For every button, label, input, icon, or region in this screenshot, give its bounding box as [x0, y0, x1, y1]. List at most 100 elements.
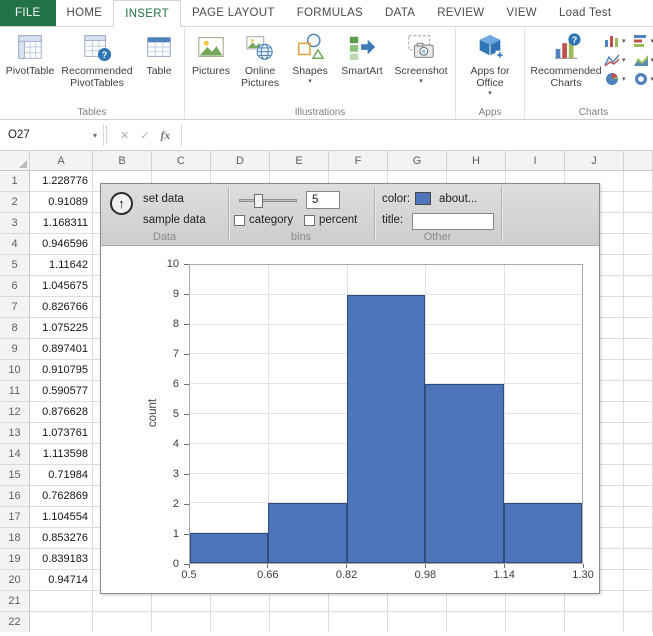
name-box[interactable]: O27 ▾ [0, 124, 104, 146]
cell[interactable] [270, 591, 329, 612]
cell-A10[interactable]: 0.910795 [30, 360, 93, 381]
select-all-corner[interactable] [0, 151, 30, 170]
bins-slider-thumb[interactable] [254, 194, 263, 208]
cell-A15[interactable]: 0.71984 [30, 465, 93, 486]
tab-data[interactable]: DATA [374, 0, 426, 26]
row-header-6[interactable]: 6 [0, 276, 30, 297]
tab-load-test[interactable]: Load Test [548, 0, 622, 26]
tab-view[interactable]: VIEW [495, 0, 548, 26]
percent-checkbox[interactable] [304, 215, 315, 226]
cell-A2[interactable]: 0.91089 [30, 192, 93, 213]
row-header-3[interactable]: 3 [0, 213, 30, 234]
apps-for-office-button[interactable]: Apps for Office ▾ [459, 29, 521, 100]
column-header-E[interactable]: E [270, 151, 329, 170]
cell[interactable] [270, 612, 329, 632]
column-header-G[interactable]: G [388, 151, 447, 170]
table-button[interactable]: Table [137, 29, 181, 79]
cell[interactable] [211, 612, 270, 632]
row-header-11[interactable]: 11 [0, 381, 30, 402]
row-header-7[interactable]: 7 [0, 297, 30, 318]
recommended-pivottables-button[interactable]: ? Recommended PivotTables [57, 29, 137, 91]
row-header-12[interactable]: 12 [0, 402, 30, 423]
pie-chart-icon[interactable] [604, 72, 620, 86]
row-header-17[interactable]: 17 [0, 507, 30, 528]
update-button[interactable]: ↑ [110, 192, 133, 215]
online-pictures-button[interactable]: Online Pictures [234, 29, 286, 91]
screenshot-button[interactable]: Screenshot ▾ [390, 29, 452, 88]
area-chart-icon[interactable] [633, 53, 649, 67]
set-data-button[interactable]: set data [143, 193, 184, 205]
cell-A12[interactable]: 0.876628 [30, 402, 93, 423]
cell[interactable] [329, 612, 388, 632]
cell[interactable] [211, 591, 270, 612]
cell-A6[interactable]: 1.045675 [30, 276, 93, 297]
row-header-21[interactable]: 21 [0, 591, 30, 612]
cell[interactable] [565, 591, 624, 612]
cell[interactable] [152, 612, 211, 632]
cell[interactable] [329, 591, 388, 612]
name-box-dropdown-icon[interactable]: ▾ [93, 131, 103, 140]
enter-icon[interactable]: ✓ [140, 129, 149, 142]
column-header-J[interactable]: J [565, 151, 624, 170]
cell-A7[interactable]: 0.826766 [30, 297, 93, 318]
cell[interactable] [93, 591, 152, 612]
pivottable-button[interactable]: PivotTable [3, 29, 57, 79]
cell-A9[interactable]: 0.897401 [30, 339, 93, 360]
cell[interactable] [152, 591, 211, 612]
shapes-button[interactable]: Shapes ▾ [286, 29, 334, 88]
row-header-15[interactable]: 15 [0, 465, 30, 486]
bins-count-input[interactable]: 5 [306, 191, 340, 209]
row-header-2[interactable]: 2 [0, 192, 30, 213]
row-header-5[interactable]: 5 [0, 255, 30, 276]
cell[interactable] [506, 591, 565, 612]
row-header-18[interactable]: 18 [0, 528, 30, 549]
cell-A3[interactable]: 1.168311 [30, 213, 93, 234]
column-chart-icon[interactable] [604, 34, 620, 48]
cell-A5[interactable]: 1.11642 [30, 255, 93, 276]
row-header-13[interactable]: 13 [0, 423, 30, 444]
column-header-I[interactable]: I [506, 151, 565, 170]
cell-A18[interactable]: 0.853276 [30, 528, 93, 549]
cell[interactable] [388, 612, 447, 632]
smartart-button[interactable]: SmartArt [334, 29, 390, 79]
tab-page-layout[interactable]: PAGE LAYOUT [181, 0, 286, 26]
cell-A13[interactable]: 1.073761 [30, 423, 93, 444]
row-header-16[interactable]: 16 [0, 486, 30, 507]
row-header-9[interactable]: 9 [0, 339, 30, 360]
donut-chart-icon[interactable] [633, 72, 649, 86]
cancel-icon[interactable]: ✕ [120, 129, 129, 142]
tab-review[interactable]: REVIEW [426, 0, 495, 26]
cell-A19[interactable]: 0.839183 [30, 549, 93, 570]
pictures-button[interactable]: Pictures [188, 29, 234, 79]
row-header-20[interactable]: 20 [0, 570, 30, 591]
color-swatch[interactable] [415, 192, 431, 205]
cell[interactable] [506, 612, 565, 632]
cell-A20[interactable]: 0.94714 [30, 570, 93, 591]
row-header-19[interactable]: 19 [0, 549, 30, 570]
row-header-10[interactable]: 10 [0, 360, 30, 381]
column-header-F[interactable]: F [329, 151, 388, 170]
cell-A17[interactable]: 1.104554 [30, 507, 93, 528]
tab-insert[interactable]: INSERT [113, 0, 181, 27]
cell-A4[interactable]: 0.946596 [30, 234, 93, 255]
row-header-14[interactable]: 14 [0, 444, 30, 465]
cell[interactable] [565, 612, 624, 632]
sample-data-button[interactable]: sample data [143, 214, 206, 226]
bins-slider[interactable] [239, 199, 297, 202]
cell-A14[interactable]: 1.113598 [30, 444, 93, 465]
column-header-H[interactable]: H [447, 151, 506, 170]
cell[interactable] [93, 612, 152, 632]
cell[interactable] [447, 591, 506, 612]
line-chart-icon[interactable] [604, 53, 620, 67]
tab-formulas[interactable]: FORMULAS [286, 0, 374, 26]
category-checkbox[interactable] [234, 215, 245, 226]
cell-A1[interactable]: 1.228776 [30, 171, 93, 192]
formula-input[interactable] [182, 124, 653, 146]
tab-file[interactable]: FILE [0, 0, 56, 26]
row-header-8[interactable]: 8 [0, 318, 30, 339]
row-header-1[interactable]: 1 [0, 171, 30, 192]
cell-A22[interactable] [30, 612, 93, 632]
cell-A16[interactable]: 0.762869 [30, 486, 93, 507]
cell[interactable] [447, 612, 506, 632]
tab-home[interactable]: HOME [56, 0, 114, 26]
